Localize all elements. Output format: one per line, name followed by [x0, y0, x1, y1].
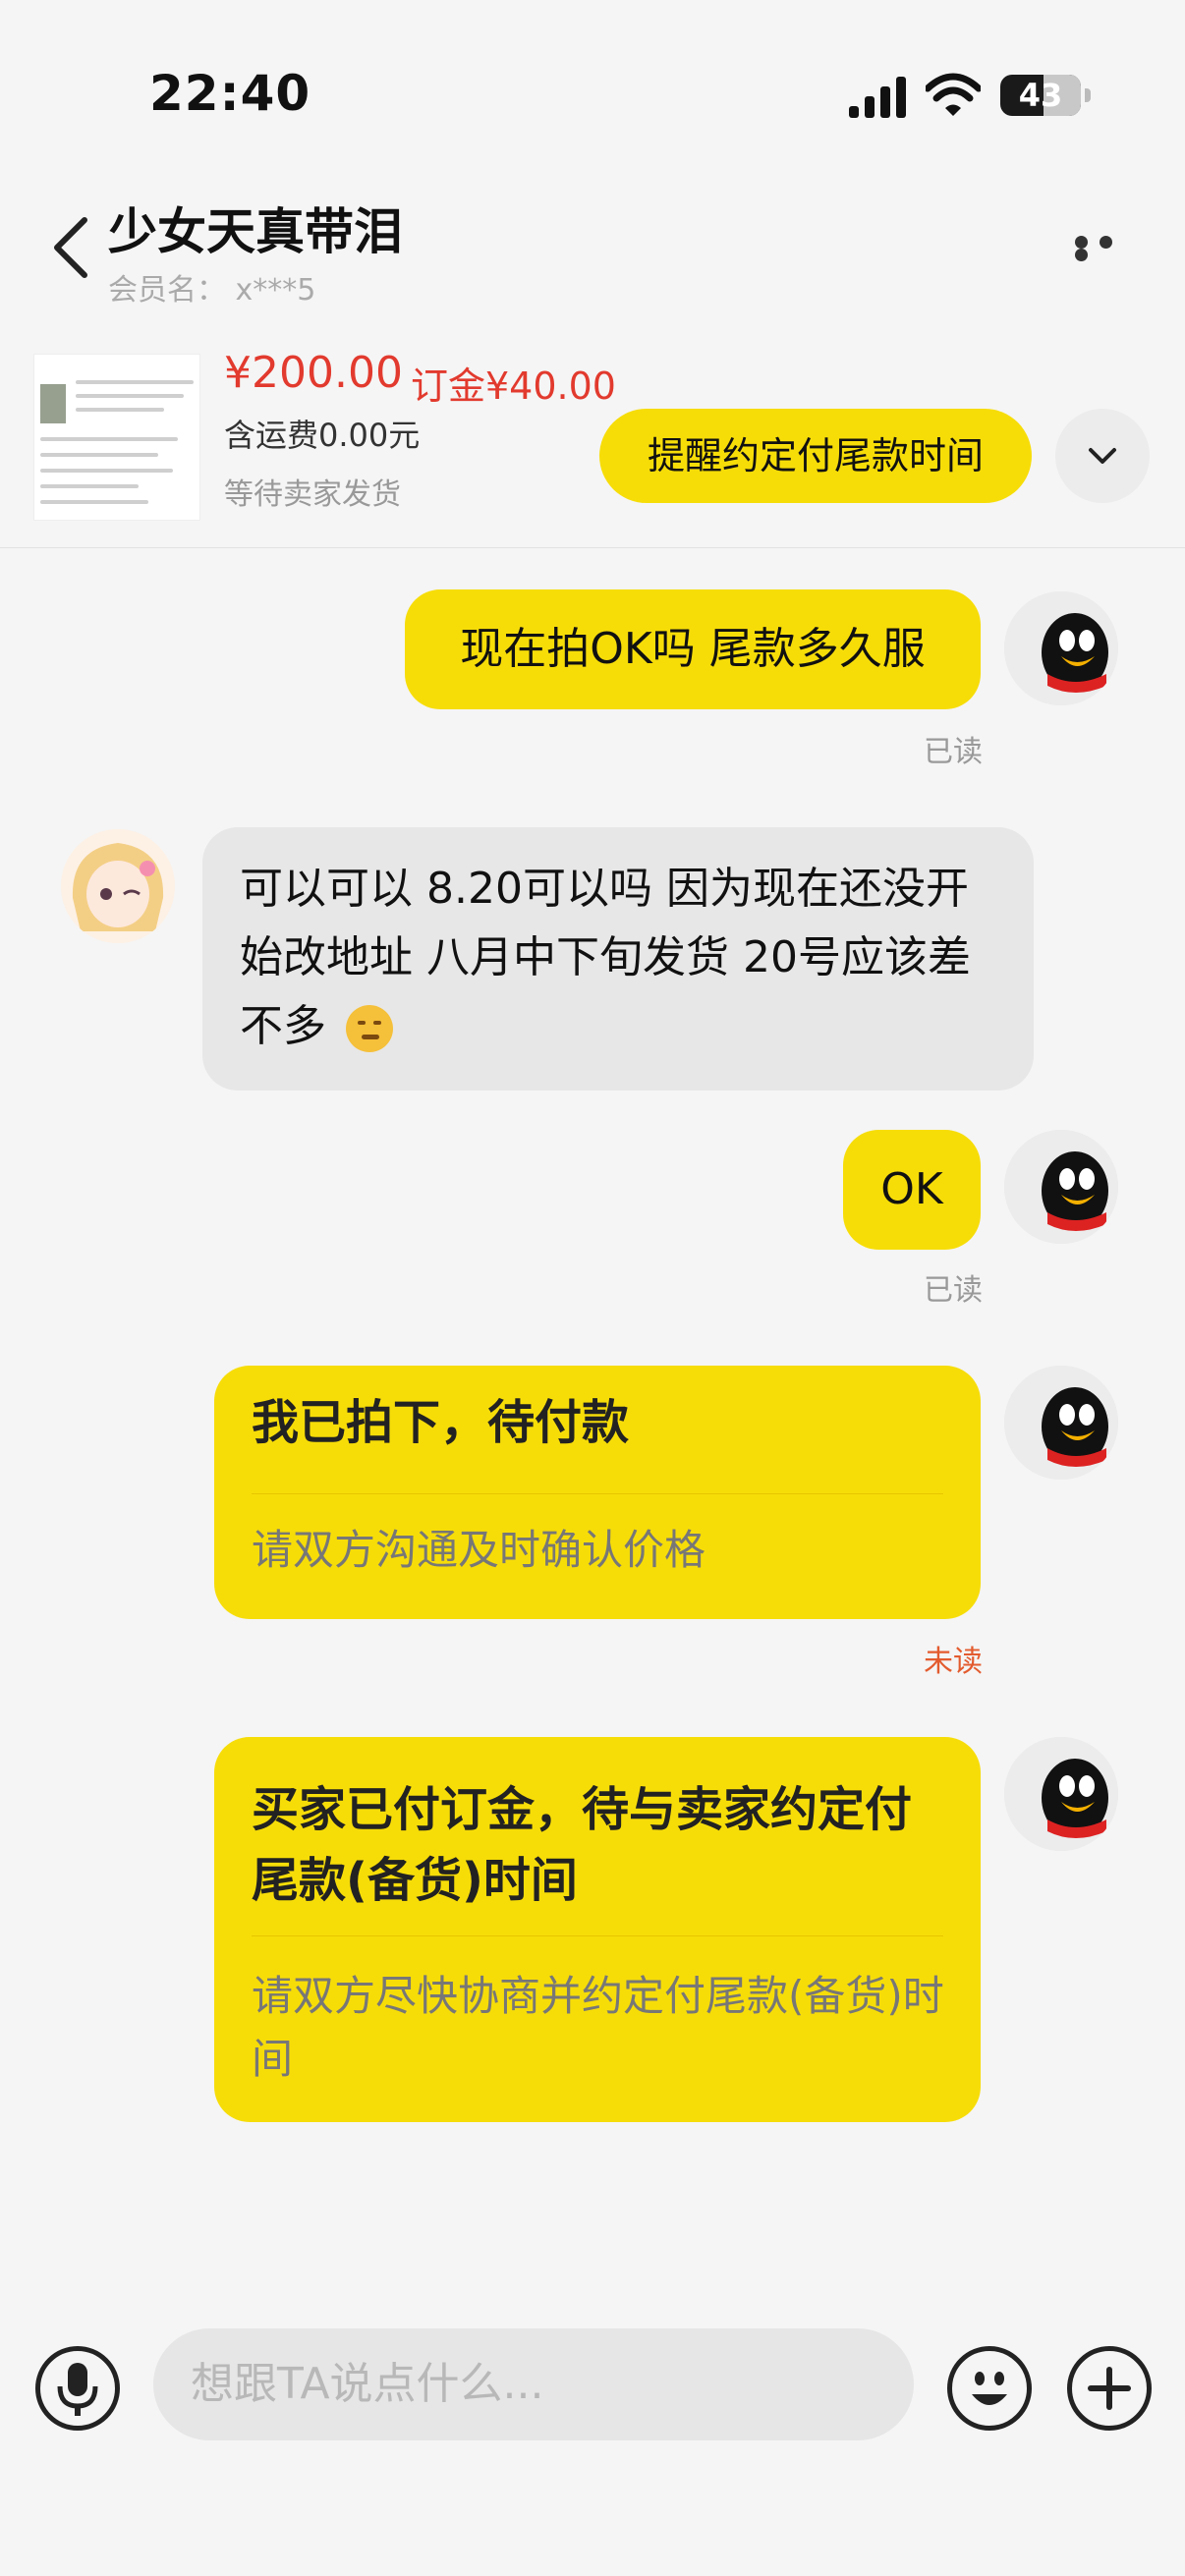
emoji-icon	[972, 2372, 1007, 2405]
back-arrow-icon[interactable]	[51, 216, 90, 279]
plus-icon	[1088, 2367, 1131, 2410]
status-time: 22:40	[149, 65, 311, 122]
message-input[interactable]: 想跟TA说点什么...	[153, 2328, 914, 2440]
voice-input-button[interactable]	[35, 2346, 120, 2431]
microphone-icon	[57, 2363, 98, 2416]
message-bubble-sent[interactable]: OK	[843, 1130, 981, 1250]
more-options-icon[interactable]	[1075, 236, 1138, 261]
chevron-down-icon	[1089, 448, 1116, 464]
order-price: ¥200.00	[224, 348, 403, 398]
more-actions-button[interactable]	[1067, 2346, 1152, 2431]
card-title: 我已拍下，待付款	[252, 1395, 630, 1450]
penguin-avatar-icon	[1004, 1737, 1118, 1851]
order-status: 等待卖家发货	[224, 477, 401, 512]
message-text: 现在拍OK吗 尾款多久服	[460, 624, 926, 674]
message-bubble-received[interactable]: 可以可以 8.20可以吗 因为现在还没开始改地址 八月中下旬发货 20号应该差不…	[202, 827, 1034, 1091]
seller-avatar[interactable]	[61, 829, 175, 943]
my-avatar[interactable]	[1004, 1366, 1118, 1480]
my-avatar[interactable]	[1004, 1737, 1118, 1851]
card-divider	[252, 1935, 943, 1936]
order-card-pending-payment[interactable]: 我已拍下，待付款 请双方沟通及时确认价格	[214, 1366, 981, 1619]
penguin-avatar-icon	[1004, 1130, 1118, 1244]
card-subtitle: 请双方沟通及时确认价格	[252, 1526, 706, 1574]
unread-receipt: 未读	[924, 1645, 983, 1679]
card-divider	[252, 1493, 943, 1494]
emoji-button[interactable]	[947, 2346, 1032, 2431]
message-bubble-sent[interactable]: 现在拍OK吗 尾款多久服	[405, 589, 981, 709]
card-title: 买家已付订金，待与卖家约定付尾款(备货)时间	[252, 1782, 913, 1908]
remind-payment-time-button[interactable]: 提醒约定付尾款时间	[599, 409, 1032, 503]
wifi-icon	[926, 73, 981, 116]
card-subtitle: 请双方尽快协商并约定付尾款(备货)时间	[252, 1972, 944, 2083]
smirk-emoji-icon	[346, 1005, 393, 1052]
status-bar: 22:40 43	[0, 0, 1185, 177]
read-receipt: 已读	[924, 1273, 983, 1308]
expand-button[interactable]	[1055, 409, 1150, 503]
anime-girl-avatar-icon	[61, 829, 175, 943]
order-card-deposit-paid[interactable]: 买家已付订金，待与卖家约定付尾款(备货)时间 请双方尽快协商并约定付尾款(备货)…	[214, 1737, 981, 2122]
read-receipt: 已读	[924, 735, 983, 769]
battery-icon: 43	[1000, 75, 1091, 116]
my-avatar[interactable]	[1004, 591, 1118, 705]
product-thumbnail[interactable]	[33, 354, 200, 521]
message-text: OK	[880, 1164, 943, 1214]
shipping-fee: 含运费0.00元	[224, 417, 421, 454]
penguin-avatar-icon	[1004, 1366, 1118, 1480]
battery-level: 43	[1018, 77, 1063, 114]
order-summary[interactable]: ¥200.00 订金¥40.00 含运费0.00元 等待卖家发货 提醒约定付尾款…	[0, 324, 1185, 548]
deposit-amount: 订金¥40.00	[411, 364, 616, 408]
penguin-avatar-icon	[1004, 591, 1118, 705]
member-name: 会员名： x***5	[108, 273, 316, 308]
chat-title: 少女天真带泪	[108, 203, 403, 260]
my-avatar[interactable]	[1004, 1130, 1118, 1244]
cellular-signal-icon	[849, 77, 906, 118]
